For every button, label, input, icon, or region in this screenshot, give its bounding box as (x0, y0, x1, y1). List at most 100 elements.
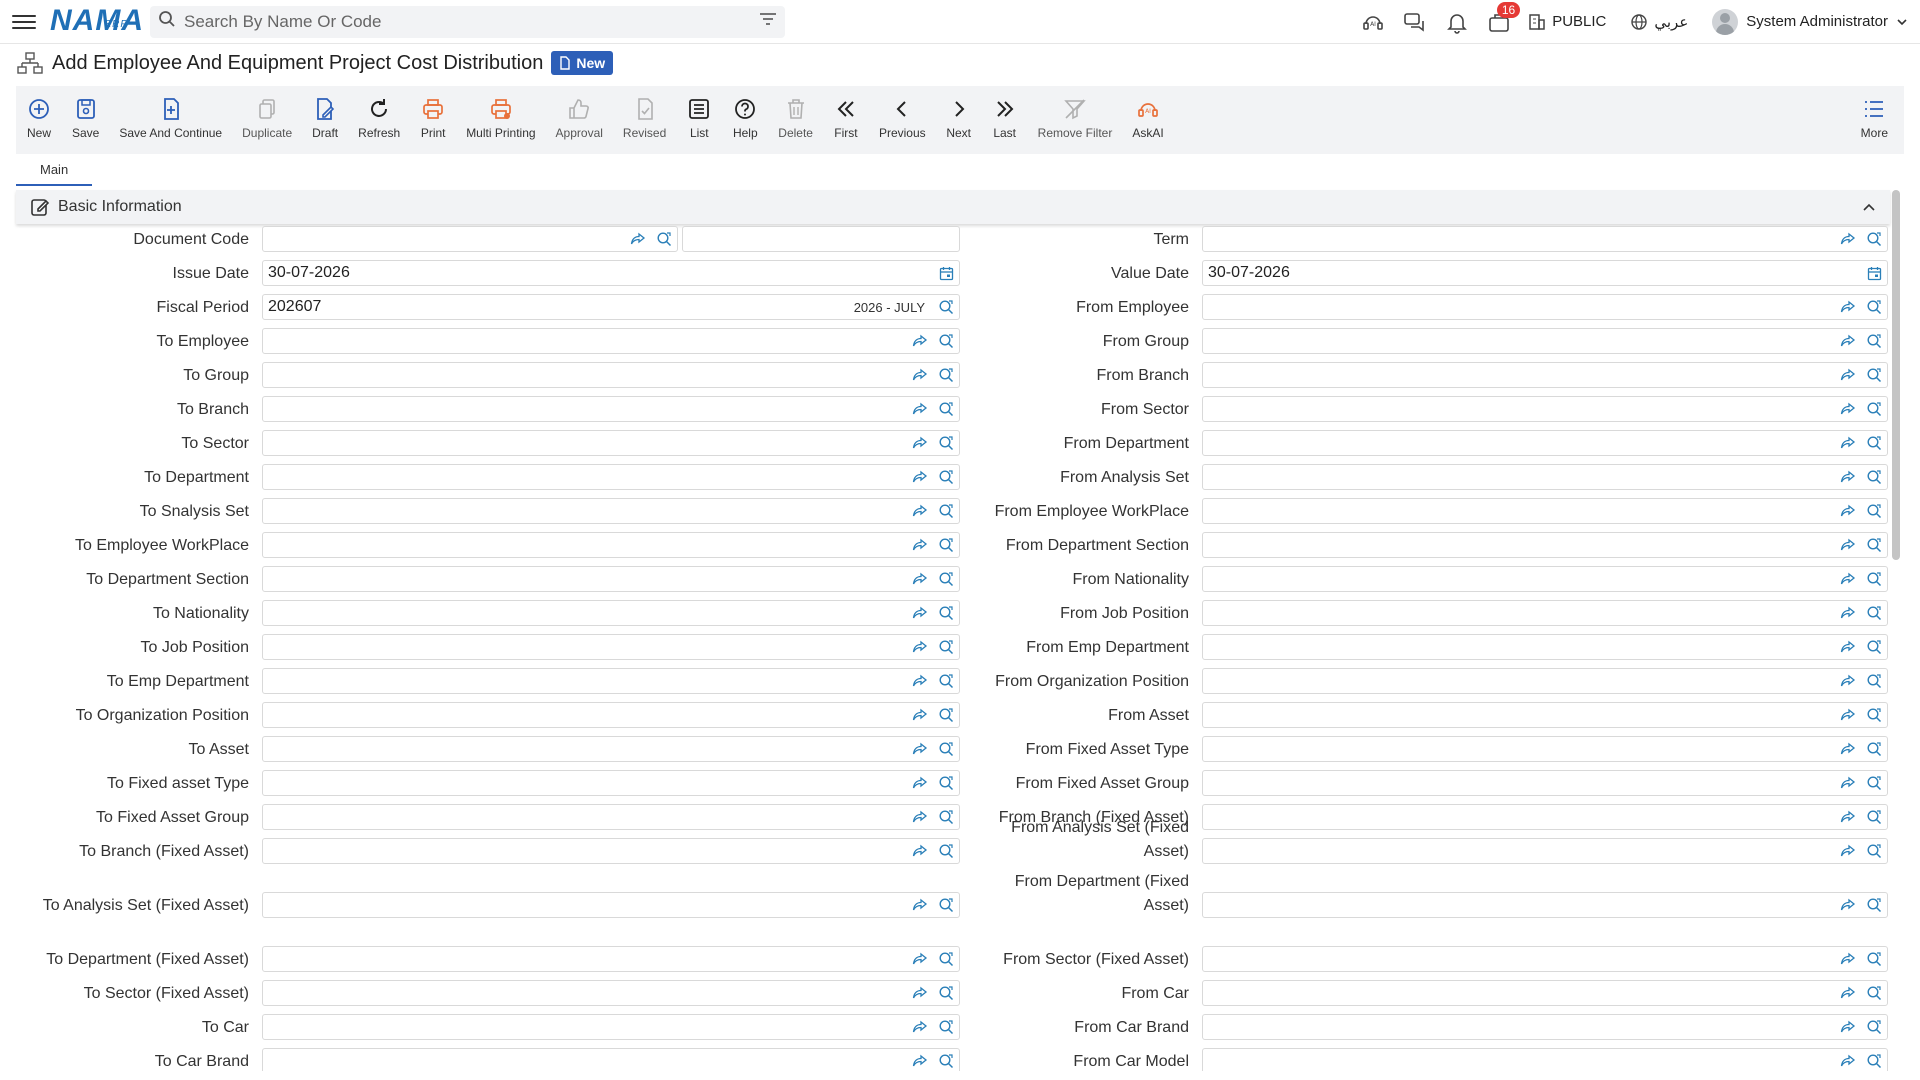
lookup-icon[interactable] (933, 329, 959, 353)
help-button[interactable]: Help (722, 96, 768, 154)
list-button[interactable]: List (676, 96, 722, 154)
input-from-employee[interactable] (1202, 294, 1888, 320)
share-icon[interactable] (1835, 771, 1861, 795)
share-icon[interactable] (1835, 601, 1861, 625)
share-icon[interactable] (1835, 567, 1861, 591)
lookup-icon[interactable] (1861, 1049, 1887, 1071)
lookup-icon[interactable] (1861, 499, 1887, 523)
input-to-job-position[interactable] (262, 634, 960, 660)
more-button[interactable]: More (1851, 96, 1898, 154)
search-input[interactable] (176, 11, 759, 32)
share-icon[interactable] (907, 499, 933, 523)
lookup-icon[interactable] (933, 737, 959, 761)
share-icon[interactable] (625, 227, 651, 251)
lookup-icon[interactable] (1861, 947, 1887, 971)
lookup-icon[interactable] (1861, 1015, 1887, 1039)
input-to-fixed-asset-type[interactable] (262, 770, 960, 796)
share-icon[interactable] (1835, 397, 1861, 421)
input-to-emp-department[interactable] (262, 668, 960, 694)
input-from-nationality[interactable] (1202, 566, 1888, 592)
share-icon[interactable] (907, 839, 933, 863)
share-icon[interactable] (1835, 1015, 1861, 1039)
filter-icon[interactable] (759, 11, 777, 32)
share-icon[interactable] (907, 397, 933, 421)
lookup-icon[interactable] (1861, 601, 1887, 625)
ai-assistant-icon[interactable]: AI (1352, 0, 1394, 44)
lookup-icon[interactable] (933, 981, 959, 1005)
input-to-group[interactable] (262, 362, 960, 388)
input-from-department[interactable] (1202, 430, 1888, 456)
share-icon[interactable] (1835, 635, 1861, 659)
calendar-icon[interactable] (933, 261, 959, 285)
input-to-employee[interactable] (262, 328, 960, 354)
lookup-icon[interactable] (1861, 669, 1887, 693)
duplicate-button[interactable]: Duplicate (232, 96, 302, 154)
input-to-sector-fixed-asset[interactable] (262, 980, 960, 1006)
lookup-icon[interactable] (1861, 737, 1887, 761)
share-icon[interactable] (1835, 893, 1861, 917)
share-icon[interactable] (907, 329, 933, 353)
lookup-icon[interactable] (933, 703, 959, 727)
lookup-icon[interactable] (651, 227, 677, 251)
approval-button[interactable]: Approval (546, 96, 613, 154)
bell-icon[interactable] (1436, 0, 1478, 44)
input-from-fixed-asset-type[interactable] (1202, 736, 1888, 762)
lookup-icon[interactable] (1861, 771, 1887, 795)
input-to-organization-position[interactable] (262, 702, 960, 728)
share-icon[interactable] (1835, 737, 1861, 761)
share-icon[interactable] (907, 635, 933, 659)
input-from-emp-department[interactable] (1202, 634, 1888, 660)
input-to-branch-fixed-asset[interactable] (262, 838, 960, 864)
input-from-department-section[interactable] (1202, 532, 1888, 558)
share-icon[interactable] (907, 363, 933, 387)
input-to-employee-workplace[interactable] (262, 532, 960, 558)
share-icon[interactable] (1835, 295, 1861, 319)
document-code-secondary-input[interactable] (682, 226, 960, 252)
lookup-icon[interactable] (933, 635, 959, 659)
lookup-icon[interactable] (933, 363, 959, 387)
lookup-icon[interactable] (933, 397, 959, 421)
language-selector[interactable]: عربي (1630, 13, 1688, 31)
company-selector[interactable]: PUBLIC (1528, 13, 1606, 31)
share-icon[interactable] (1835, 363, 1861, 387)
share-icon[interactable] (907, 669, 933, 693)
share-icon[interactable] (907, 737, 933, 761)
input-fiscal-period[interactable]: 202607 2026 - JULY (262, 294, 960, 320)
input-to-asset[interactable] (262, 736, 960, 762)
input-to-snalysis-set[interactable] (262, 498, 960, 524)
input-value-date[interactable]: 30-07-2026 (1202, 260, 1888, 286)
share-icon[interactable] (907, 601, 933, 625)
lookup-icon[interactable] (1861, 465, 1887, 489)
share-icon[interactable] (907, 703, 933, 727)
print-button[interactable]: Print (410, 96, 456, 154)
share-icon[interactable] (1835, 981, 1861, 1005)
user-menu[interactable]: System Administrator (1712, 8, 1908, 35)
lookup-icon[interactable] (933, 805, 959, 829)
lookup-icon[interactable] (933, 669, 959, 693)
input-from-car-model[interactable] (1202, 1048, 1888, 1071)
input-from-analysis-set[interactable] (1202, 464, 1888, 490)
lookup-icon[interactable] (1861, 703, 1887, 727)
draft-button[interactable]: Draft (302, 96, 348, 154)
input-from-group[interactable] (1202, 328, 1888, 354)
scrollbar[interactable] (1892, 190, 1900, 560)
save-and-continue-button[interactable]: Save And Continue (109, 96, 232, 154)
input-from-sector-fixed-asset[interactable] (1202, 946, 1888, 972)
menu-icon[interactable] (12, 10, 36, 34)
delete-button[interactable]: Delete (768, 96, 823, 154)
lookup-icon[interactable] (933, 499, 959, 523)
logo[interactable]: NAMA ERP (50, 4, 143, 39)
lookup-icon[interactable] (1861, 981, 1887, 1005)
share-icon[interactable] (1835, 499, 1861, 523)
share-icon[interactable] (1835, 227, 1861, 251)
share-icon[interactable] (907, 771, 933, 795)
lookup-icon[interactable] (933, 1015, 959, 1039)
share-icon[interactable] (1835, 947, 1861, 971)
input-from-asset[interactable] (1202, 702, 1888, 728)
share-icon[interactable] (1835, 805, 1861, 829)
lookup-icon[interactable] (933, 295, 959, 319)
share-icon[interactable] (1835, 431, 1861, 455)
input-to-sector[interactable] (262, 430, 960, 456)
share-icon[interactable] (907, 1015, 933, 1039)
input-to-department[interactable] (262, 464, 960, 490)
